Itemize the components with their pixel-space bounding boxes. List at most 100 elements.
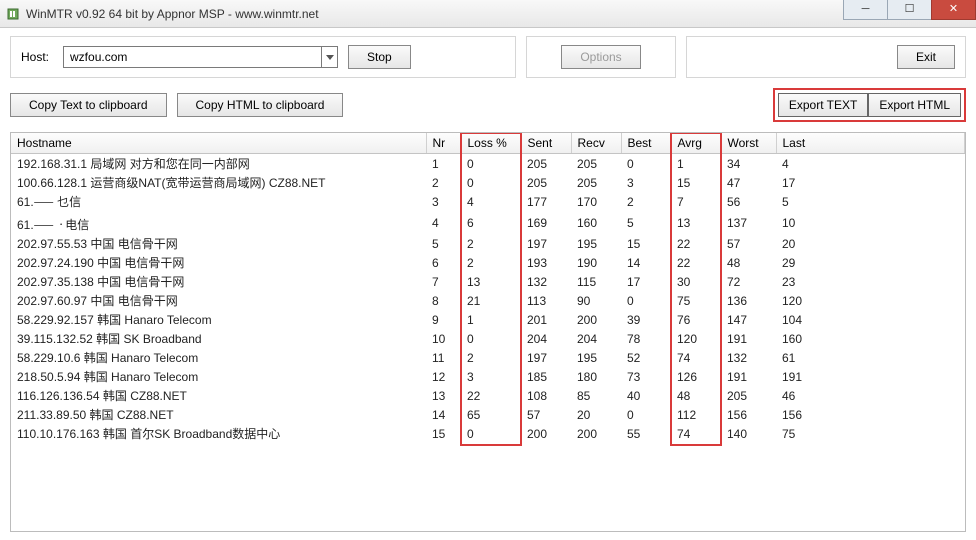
export-html-button[interactable]: Export HTML	[868, 93, 961, 117]
cell-recv: 190	[571, 253, 621, 272]
col-sent[interactable]: Sent	[521, 133, 571, 154]
cell-nr: 11	[426, 348, 461, 367]
cell-last: 191	[776, 367, 965, 386]
close-button[interactable]: ✕	[931, 0, 976, 20]
cell-avrg: 22	[671, 253, 721, 272]
maximize-icon: ☐	[905, 4, 915, 15]
cell-nr: 2	[426, 173, 461, 192]
table-row[interactable]: 39.115.132.52 韩国 SK Broadband10020420478…	[11, 329, 965, 348]
col-hostname[interactable]: Hostname	[11, 133, 426, 154]
cell-worst: 191	[721, 367, 776, 386]
cell-loss: 3	[461, 367, 521, 386]
cell-best: 15	[621, 234, 671, 253]
table-row[interactable]: 202.97.35.138 中国 电信骨干网71313211517307223	[11, 272, 965, 291]
cell-worst: 191	[721, 329, 776, 348]
cell-loss: 0	[461, 329, 521, 348]
cell-last: 156	[776, 405, 965, 424]
table-row[interactable]: 202.97.60.97 中国 电信骨干网82111390075136120	[11, 291, 965, 310]
cell-last: 10	[776, 211, 965, 234]
table-row[interactable]: 61.⸺ 乜信3417717027565	[11, 192, 965, 211]
copy-html-button[interactable]: Copy HTML to clipboard	[177, 93, 344, 117]
copy-text-button[interactable]: Copy Text to clipboard	[10, 93, 167, 117]
host-input[interactable]	[64, 47, 321, 67]
cell-loss: 2	[461, 234, 521, 253]
cell-host: 61.⸺ ᠂ 电信	[11, 211, 426, 234]
cell-sent: 57	[521, 405, 571, 424]
cell-last: 23	[776, 272, 965, 291]
col-best[interactable]: Best	[621, 133, 671, 154]
minimize-icon: ─	[862, 4, 870, 15]
exit-button[interactable]: Exit	[897, 45, 955, 69]
cell-host: 211.33.89.50 韩国 CZ88.NET	[11, 405, 426, 424]
cell-worst: 56	[721, 192, 776, 211]
chevron-down-icon	[326, 55, 334, 60]
table-row[interactable]: 58.229.92.157 韩国 Hanaro Telecom912012003…	[11, 310, 965, 329]
col-nr[interactable]: Nr	[426, 133, 461, 154]
col-avrg[interactable]: Avrg	[671, 133, 721, 154]
cell-worst: 156	[721, 405, 776, 424]
cell-last: 120	[776, 291, 965, 310]
cell-last: 20	[776, 234, 965, 253]
table-row[interactable]: 100.66.128.1 运营商级NAT(宽带运营商局域网) CZ88.NET2…	[11, 173, 965, 192]
table-row[interactable]: 211.33.89.50 韩国 CZ88.NET1465572001121561…	[11, 405, 965, 424]
window-controls: ─ ☐ ✕	[844, 0, 976, 20]
cell-sent: 185	[521, 367, 571, 386]
cell-best: 0	[621, 291, 671, 310]
cell-nr: 8	[426, 291, 461, 310]
table-row[interactable]: 218.50.5.94 韩国 Hanaro Telecom12318518073…	[11, 367, 965, 386]
export-text-button[interactable]: Export TEXT	[778, 93, 868, 117]
cell-sent: 113	[521, 291, 571, 310]
cell-best: 5	[621, 211, 671, 234]
exit-group: Exit	[686, 36, 966, 78]
stop-button[interactable]: Stop	[348, 45, 411, 69]
table-row[interactable]: 116.126.136.54 韩国 CZ88.NET13221088540482…	[11, 386, 965, 405]
cell-sent: 197	[521, 348, 571, 367]
table-row[interactable]: 202.97.24.190 中国 电信骨干网6219319014224829	[11, 253, 965, 272]
cell-recv: 20	[571, 405, 621, 424]
options-button[interactable]: Options	[561, 45, 640, 69]
cell-last: 75	[776, 424, 965, 443]
cell-nr: 4	[426, 211, 461, 234]
cell-recv: 200	[571, 424, 621, 443]
cell-nr: 10	[426, 329, 461, 348]
table-row[interactable]: 192.168.31.1 局域网 对方和您在同一内部网1020520501344	[11, 154, 965, 174]
cell-sent: 197	[521, 234, 571, 253]
table-row[interactable]: 58.229.10.6 韩国 Hanaro Telecom11219719552…	[11, 348, 965, 367]
cell-host: 202.97.35.138 中国 电信骨干网	[11, 272, 426, 291]
window-title: WinMTR v0.92 64 bit by Appnor MSP - www.…	[26, 7, 319, 21]
cell-best: 78	[621, 329, 671, 348]
cell-last: 104	[776, 310, 965, 329]
results-table-container: Hostname Nr Loss % Sent Recv Best Avrg W…	[10, 132, 966, 532]
cell-loss: 4	[461, 192, 521, 211]
cell-nr: 6	[426, 253, 461, 272]
maximize-button[interactable]: ☐	[887, 0, 932, 20]
cell-nr: 14	[426, 405, 461, 424]
cell-best: 40	[621, 386, 671, 405]
host-dropdown-button[interactable]	[321, 47, 337, 67]
col-last[interactable]: Last	[776, 133, 965, 154]
cell-avrg: 22	[671, 234, 721, 253]
host-combobox[interactable]	[63, 46, 338, 68]
table-row[interactable]: 61.⸺ ᠂ 电信4616916051313710	[11, 211, 965, 234]
table-row[interactable]: 202.97.55.53 中国 电信骨干网5219719515225720	[11, 234, 965, 253]
cell-avrg: 74	[671, 348, 721, 367]
col-loss[interactable]: Loss %	[461, 133, 521, 154]
minimize-button[interactable]: ─	[843, 0, 888, 20]
cell-recv: 195	[571, 348, 621, 367]
table-row[interactable]: 110.10.176.163 韩国 首尔SK Broadband数据中心1502…	[11, 424, 965, 443]
table-header-row: Hostname Nr Loss % Sent Recv Best Avrg W…	[11, 133, 965, 154]
cell-loss: 6	[461, 211, 521, 234]
cell-recv: 180	[571, 367, 621, 386]
col-recv[interactable]: Recv	[571, 133, 621, 154]
cell-avrg: 76	[671, 310, 721, 329]
cell-nr: 12	[426, 367, 461, 386]
cell-best: 55	[621, 424, 671, 443]
cell-sent: 169	[521, 211, 571, 234]
titlebar: WinMTR v0.92 64 bit by Appnor MSP - www.…	[0, 0, 976, 28]
cell-loss: 0	[461, 424, 521, 443]
col-worst[interactable]: Worst	[721, 133, 776, 154]
cell-host: 116.126.136.54 韩国 CZ88.NET	[11, 386, 426, 405]
cell-recv: 204	[571, 329, 621, 348]
cell-loss: 65	[461, 405, 521, 424]
host-label: Host:	[21, 50, 49, 64]
